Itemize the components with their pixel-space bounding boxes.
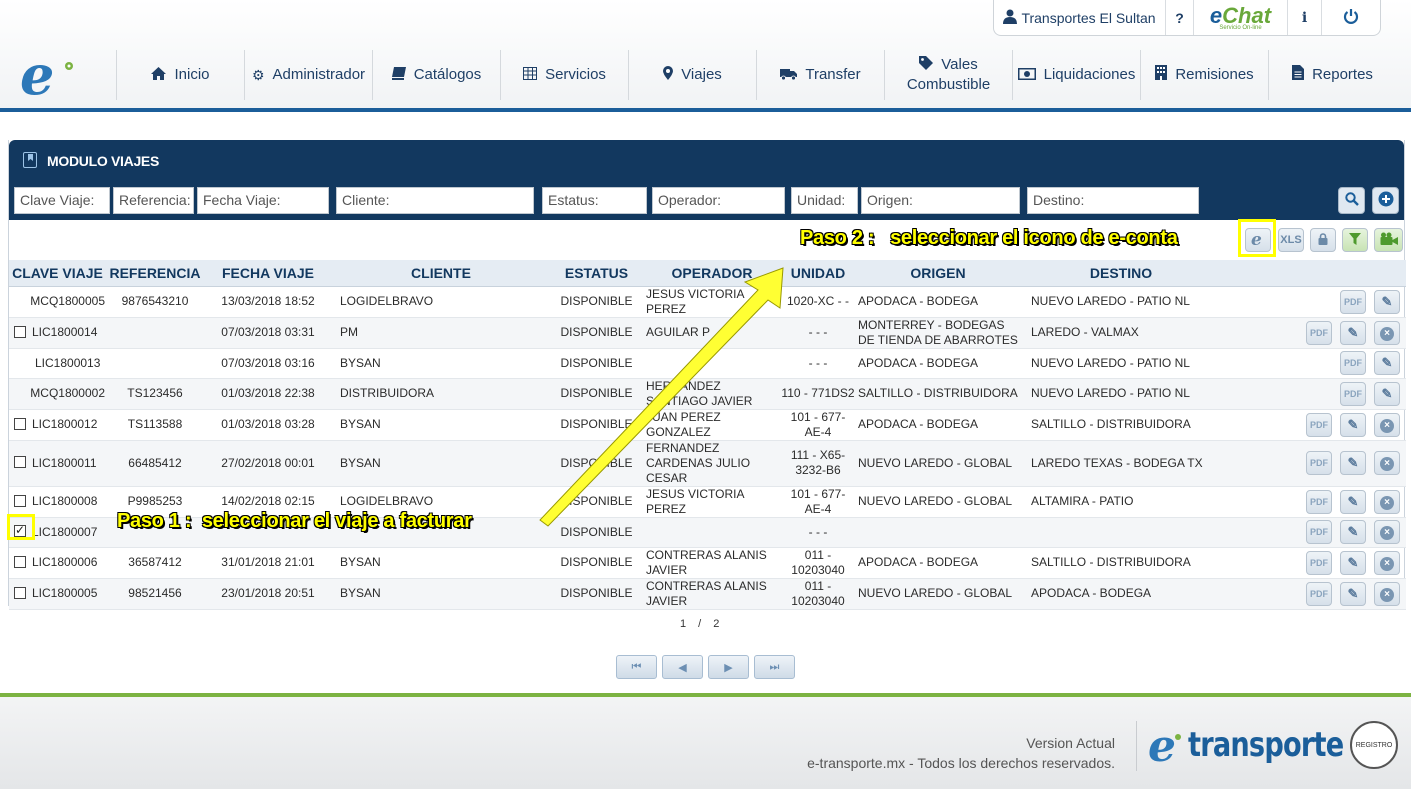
annotation-paso-2: Paso 2 : seleccionar el icono de e-conta: [800, 227, 1178, 249]
annotation-arrow: [539, 267, 784, 527]
annotation-paso-1: Paso 1 : seleccionar el viaje a facturar: [117, 510, 472, 532]
